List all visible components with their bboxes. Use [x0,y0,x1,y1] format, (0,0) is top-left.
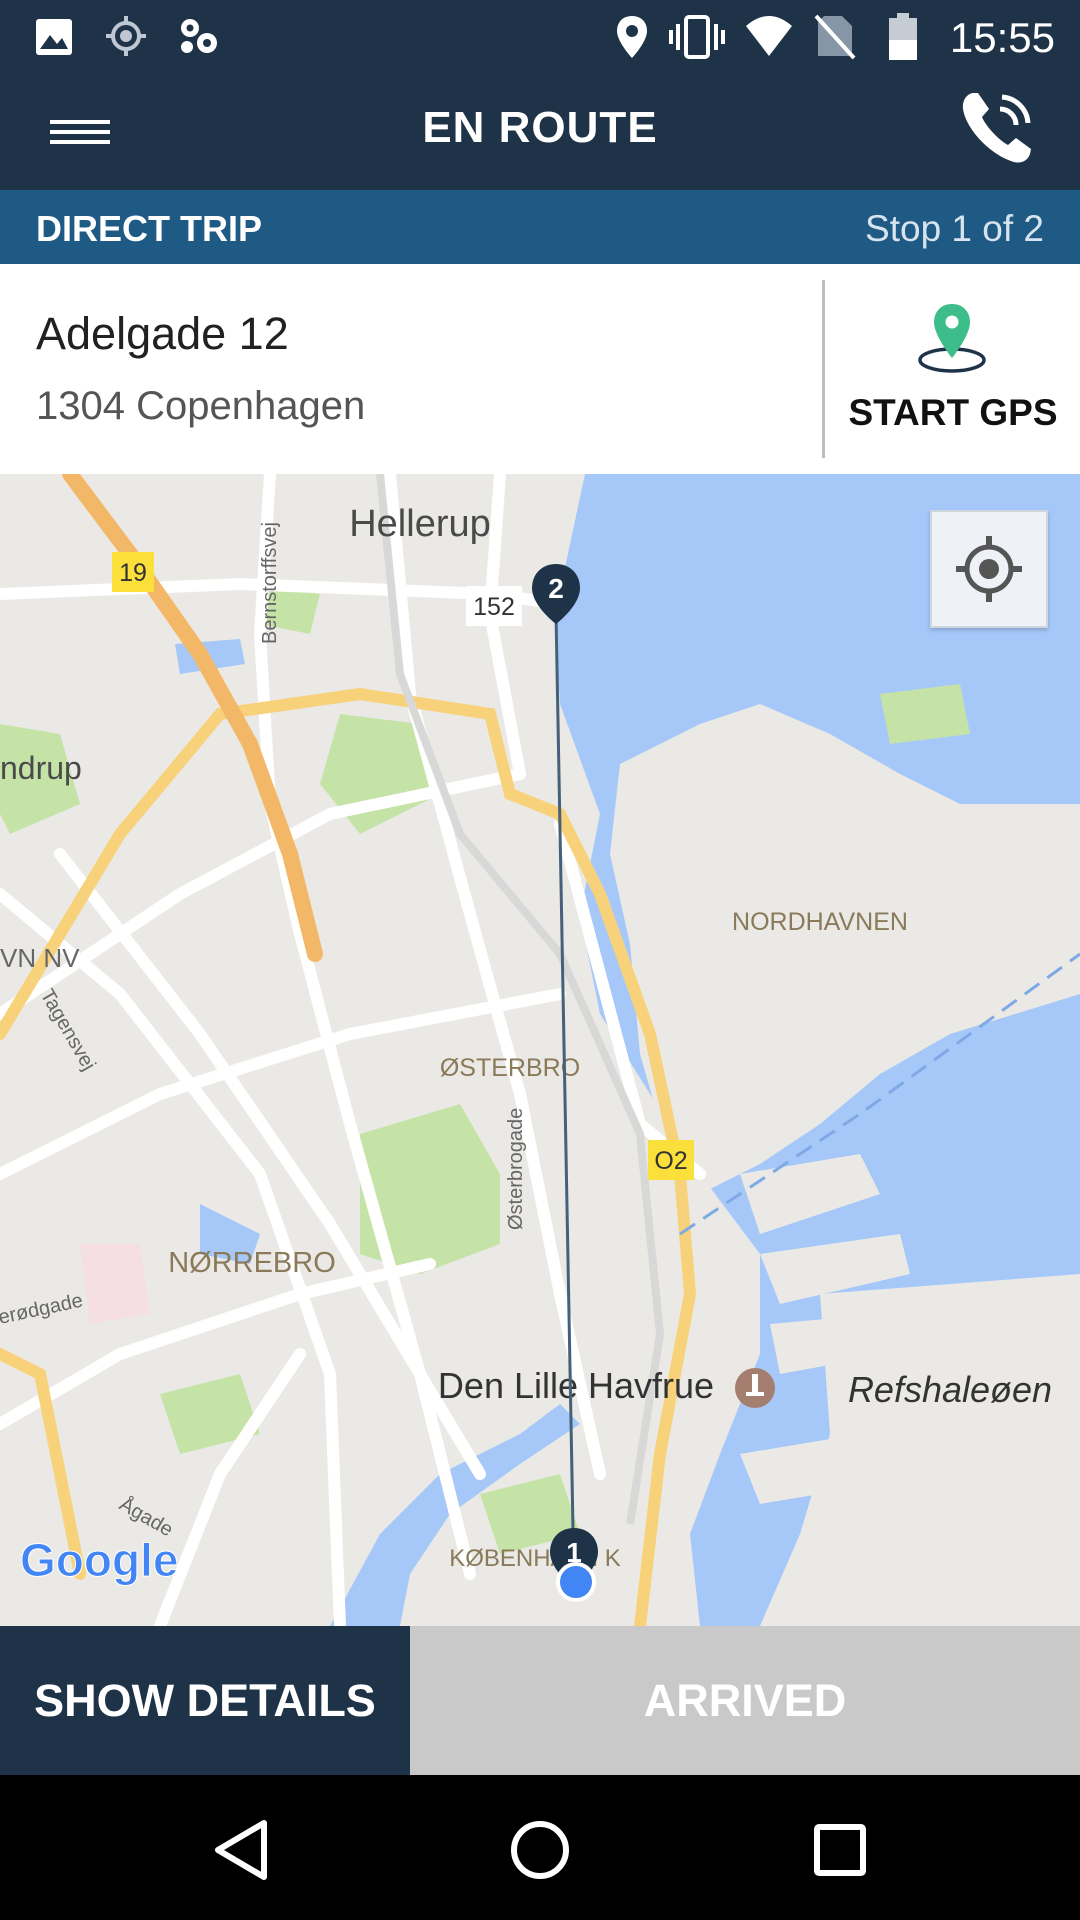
back-triangle-icon [215,1820,267,1880]
no-sim-icon [814,14,856,60]
location-pin-icon [617,16,647,58]
divider [822,280,825,458]
status-time: 15:55 [949,14,1055,61]
map-label-lille-havfrue: Den Lille Havfrue [438,1365,714,1406]
my-location-button[interactable] [930,510,1048,628]
svg-text:Google: Google [20,1534,178,1586]
call-button[interactable] [954,85,1040,171]
svg-text:2: 2 [548,573,564,604]
current-location-dot [556,1562,596,1602]
map-label-tagensvej: Tagensvej [36,986,100,1075]
phone-call-icon [962,93,1031,163]
svg-text:152: 152 [473,593,515,621]
start-gps-button[interactable]: START GPS [826,264,1080,474]
page-title: EN ROUTE [422,103,658,152]
map-label-osterbro: ØSTERBRO [440,1054,580,1082]
map-label-osterbrogade: Østerbrogade [505,1108,527,1230]
svg-text:19: 19 [119,559,147,587]
trip-stop-counter: Stop 1 of 2 [865,208,1044,249]
trip-type: DIRECT TRIP [36,208,263,249]
map-label-vn-nv: VN NV [0,943,80,973]
image-icon [36,19,72,55]
start-gps-label: START GPS [848,392,1058,433]
svg-text:O2: O2 [654,1147,687,1175]
road-shield-152: 152 [466,586,522,626]
show-details-button[interactable]: SHOW DETAILS [0,1626,410,1775]
back-button[interactable] [196,1805,286,1895]
park-small-3 [880,684,970,744]
recents-square-icon [814,1824,866,1876]
recents-button[interactable] [795,1805,885,1895]
system-nav-bar [0,1775,1080,1920]
urban-area [80,1244,150,1324]
map-label-ndrup: ndrup [0,750,82,786]
route-line [554,613,576,1585]
road-shield-o2: O2 [648,1140,694,1180]
address-city: 1304 Copenhagen [36,384,366,428]
google-logo: Google [20,1534,179,1587]
status-bar: 15:55 [0,0,1080,75]
map-label-hellerup: Hellerup [349,503,491,545]
app-bar: EN ROUTE [0,75,1080,190]
map-label-norrebro: NØRREBRO [168,1247,336,1279]
gps-fix-icon [106,16,146,56]
bottom-action-bar: SHOW DETAILS ARRIVED [0,1626,1080,1775]
main-roads [0,687,697,1626]
app-gear-icon [181,19,217,53]
home-circle-icon [511,1821,569,1879]
map-label-bernstorffsvej: Bernstorffsvej [259,522,281,644]
address-street: Adelgade 12 [36,308,289,359]
map-label-nordhavnen: NORDHAVNEN [732,908,908,936]
map-label-refshaleoen: Refshaleøen [848,1369,1052,1410]
vibrate-icon [669,15,725,59]
battery-icon [889,13,917,60]
landmark-icon [735,1368,775,1408]
road-shield-19: 19 [112,552,154,592]
crosshair-icon [956,536,1022,602]
wifi-icon [746,16,792,56]
map-canvas[interactable]: Hellerup NORDHAVNEN ØSTERBRO NØRREBRO De… [0,474,1080,1626]
map-view[interactable]: Hellerup NORDHAVNEN ØSTERBRO NØRREBRO De… [0,474,1080,1626]
trip-bar: DIRECT TRIP Stop 1 of 2 [0,190,1080,264]
home-button[interactable] [495,1805,585,1895]
address-card: Adelgade 12 1304 Copenhagen START GPS [0,264,1080,475]
arrived-button[interactable]: ARRIVED [410,1626,1080,1775]
map-pin-icon [918,304,986,373]
map-label-erodgade: erødgade [0,1290,85,1329]
